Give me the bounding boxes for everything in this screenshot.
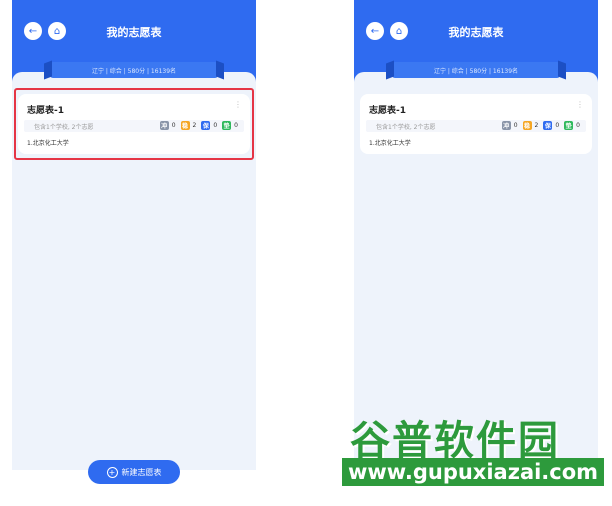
badge-chong: 冲 xyxy=(501,121,511,130)
card-title: 志愿表-1 xyxy=(369,106,406,116)
page-title: 我的志愿表 xyxy=(448,26,504,39)
badge-group: 冲0 稳2 保0 垫0 xyxy=(501,121,582,130)
badge-bao-count: 0 xyxy=(555,122,560,129)
watermark: 谷普软件园 www.gupuxiazai.com xyxy=(332,408,612,498)
card-subtitle: 包含1个学校, 2个志愿 xyxy=(376,124,436,131)
badge-dian: 垫 xyxy=(564,121,574,130)
badge-dian-count: 0 xyxy=(576,122,580,129)
new-wish-list-label: 新建志愿表 xyxy=(121,467,162,477)
watermark-url: www.gupuxiazai.com xyxy=(342,458,605,486)
more-dots-icon[interactable]: ⋮ xyxy=(576,100,584,109)
badge-chong-count: 0 xyxy=(513,122,518,129)
page-title: 我的志愿表 xyxy=(106,26,162,39)
new-wish-list-button[interactable]: + 新建志愿表 xyxy=(88,460,180,484)
badge-wen: 稳 xyxy=(522,121,532,130)
school-item: 1.北京化工大学 xyxy=(369,140,411,147)
profile-ribbon: 辽宁 | 综合 | 580分 | 16139名 xyxy=(50,62,218,78)
plus-circle-icon: + xyxy=(106,466,118,478)
wish-list-card[interactable]: 志愿表-1 ⋮ 包含1个学校, 2个志愿 冲0 稳2 保0 垫0 1.北京化工大… xyxy=(360,94,592,154)
badge-wen-count: 2 xyxy=(534,122,539,129)
phone-right: ← ⌂ 我的志愿表 辽宁 | 综合 | 580分 | 16139名 志愿表-1 … xyxy=(354,0,598,484)
card-summary-row: 包含1个学校, 2个志愿 冲0 稳2 保0 垫0 xyxy=(366,120,586,132)
highlight-box xyxy=(14,88,254,160)
badge-bao: 保 xyxy=(543,121,553,130)
profile-ribbon: 辽宁 | 综合 | 580分 | 16139名 xyxy=(392,62,560,78)
phone-left: ← ⌂ 我的志愿表 辽宁 | 综合 | 580分 | 16139名 志愿表-1 … xyxy=(12,0,256,484)
